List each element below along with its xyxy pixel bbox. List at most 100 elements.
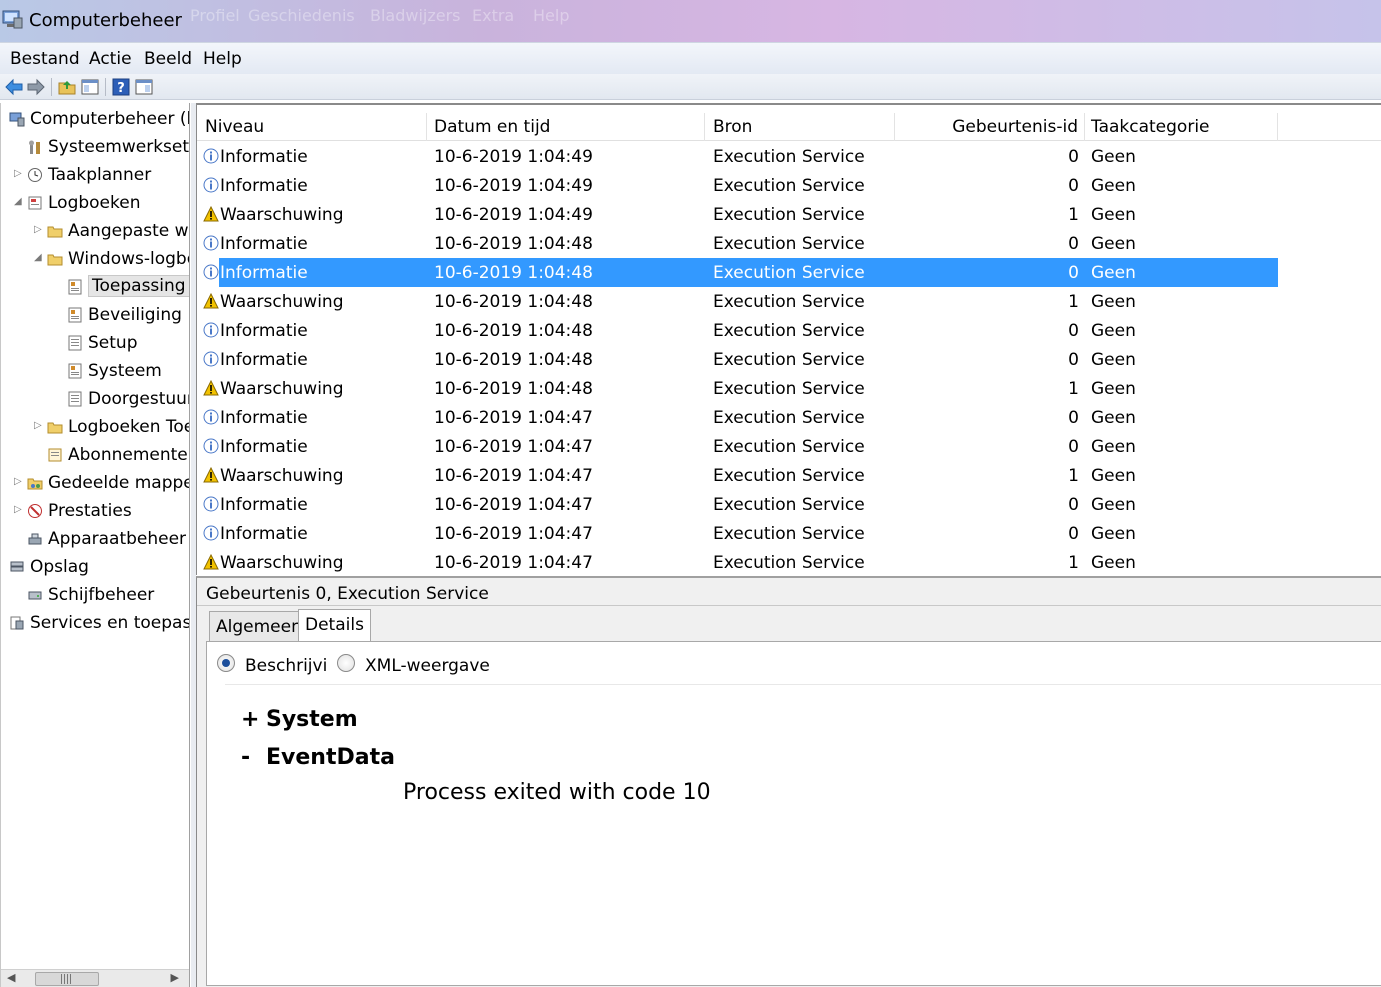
menu-help[interactable]: Help xyxy=(203,49,242,69)
collapse-toggle[interactable]: - xyxy=(241,745,259,770)
column-header-datum[interactable]: Datum en tijd xyxy=(427,113,705,141)
tree-item-label: Systeem xyxy=(88,361,162,381)
tree-item-label: Taakplanner xyxy=(48,165,152,185)
subscriptions-icon xyxy=(48,448,62,462)
cell-taakcategorie: Geen xyxy=(1091,292,1136,312)
cell-taakcategorie: Geen xyxy=(1091,321,1136,341)
cell-datum: 10-6-2019 1:04:47 xyxy=(434,408,593,428)
cell-datum: 10-6-2019 1:04:49 xyxy=(434,147,593,167)
cell-taakcategorie: Geen xyxy=(1091,205,1136,225)
collapsed-arrow-icon[interactable]: ▷ xyxy=(34,420,44,431)
column-header-niveau[interactable]: Niveau xyxy=(197,113,427,141)
toolbar-separator xyxy=(105,78,106,96)
folder-icon xyxy=(47,226,63,238)
expanded-arrow-icon[interactable]: ◢ xyxy=(34,252,44,263)
table-row[interactable]: Waarschuwing 10-6-2019 1:04:47 Execution S… xyxy=(197,548,1381,575)
expanded-arrow-icon[interactable]: ◢ xyxy=(14,196,24,207)
cell-taakcategorie: Geen xyxy=(1091,350,1136,370)
system-node[interactable]: + System xyxy=(241,707,358,732)
cell-datum: 10-6-2019 1:04:48 xyxy=(434,292,593,312)
cell-taakcategorie: Geen xyxy=(1091,408,1136,428)
table-row[interactable]: Informatie 10-6-2019 1:04:48 Execution Ser… xyxy=(197,345,1381,374)
table-row[interactable]: Informatie 10-6-2019 1:04:48 Execution Ser… xyxy=(197,316,1381,345)
cell-datum: 10-6-2019 1:04:48 xyxy=(434,379,593,399)
column-header-gebeurtenis-id[interactable]: Gebeurtenis-id xyxy=(895,113,1085,141)
scroll-left-arrow-icon[interactable]: ◀ xyxy=(7,971,15,984)
cell-niveau: Waarschuwing xyxy=(220,205,344,225)
cell-niveau: Waarschuwing xyxy=(220,553,344,573)
table-row[interactable]: Informatie 10-6-2019 1:04:48 Execution Ser… xyxy=(197,258,1381,287)
table-row[interactable]: Informatie 10-6-2019 1:04:49 Execution Ser… xyxy=(197,142,1381,171)
cell-bron: Execution Service xyxy=(713,321,865,341)
tree-horizontal-scrollbar[interactable]: ◀ ▶ xyxy=(1,969,189,987)
expand-toggle[interactable]: + xyxy=(241,707,259,732)
table-row[interactable]: Waarschuwing 10-6-2019 1:04:47 Execution S… xyxy=(197,461,1381,490)
table-row[interactable]: Informatie 10-6-2019 1:04:47 Execution Ser… xyxy=(197,403,1381,432)
radio-beschrijving[interactable] xyxy=(217,654,235,672)
cell-taakcategorie: Geen xyxy=(1091,147,1136,167)
tree-item-label: Prestaties xyxy=(48,501,132,521)
table-row[interactable]: Informatie 10-6-2019 1:04:48 Execution Ser… xyxy=(197,229,1381,258)
cell-datum: 10-6-2019 1:04:49 xyxy=(434,176,593,196)
collapsed-arrow-icon[interactable]: ▷ xyxy=(14,504,24,515)
cell-niveau: Informatie xyxy=(220,176,308,196)
cell-taakcategorie: Geen xyxy=(1091,495,1136,515)
cell-bron: Execution Service xyxy=(713,437,865,457)
cell-niveau: Informatie xyxy=(220,350,308,370)
collapsed-arrow-icon[interactable]: ▷ xyxy=(34,224,44,235)
cell-datum: 10-6-2019 1:04:48 xyxy=(434,263,593,283)
eventdata-node[interactable]: - EventData xyxy=(241,745,395,770)
cell-gebeurtenis-id: 1 xyxy=(1068,205,1079,225)
table-row[interactable]: Informatie 10-6-2019 1:04:49 Execution Ser… xyxy=(197,171,1381,200)
cell-taakcategorie: Geen xyxy=(1091,234,1136,254)
table-row[interactable]: Informatie 10-6-2019 1:04:47 Execution Ser… xyxy=(197,519,1381,548)
tab-details[interactable]: Details xyxy=(298,609,371,642)
cell-datum: 10-6-2019 1:04:48 xyxy=(434,321,593,341)
radio-xml-weergave-label[interactable]: XML-weergave xyxy=(365,656,490,676)
warning-icon xyxy=(203,467,219,483)
info-icon xyxy=(203,438,219,454)
event-viewer-icon xyxy=(28,196,42,210)
show-hide-action-pane-icon[interactable] xyxy=(134,77,154,97)
collapsed-arrow-icon[interactable]: ▷ xyxy=(14,476,24,487)
radio-beschrijving-label[interactable]: Beschrijvi xyxy=(245,656,327,676)
table-row[interactable]: Waarschuwing 10-6-2019 1:04:48 Execution S… xyxy=(197,374,1381,403)
table-row[interactable]: Informatie 10-6-2019 1:04:47 Execution Ser… xyxy=(197,490,1381,519)
back-arrow-icon[interactable] xyxy=(4,77,24,97)
scrollbar-thumb[interactable] xyxy=(35,972,99,986)
system-tools-icon xyxy=(29,140,40,154)
details-tab-body: Beschrijvi XML-weergave + System - Event… xyxy=(206,641,1381,986)
table-row[interactable]: Informatie 10-6-2019 1:04:47 Execution Ser… xyxy=(197,432,1381,461)
menu-beeld[interactable]: Beeld xyxy=(144,49,192,69)
cell-bron: Execution Service xyxy=(713,524,865,544)
system-label: System xyxy=(266,707,358,732)
up-folder-icon[interactable] xyxy=(57,77,77,97)
help-icon[interactable]: ? xyxy=(111,77,131,97)
show-hide-tree-icon[interactable] xyxy=(80,77,100,97)
tree-item-label: Doorgestuur xyxy=(88,389,190,409)
scroll-right-arrow-icon[interactable]: ▶ xyxy=(171,971,179,984)
tree-item-label: Gedeelde mapper xyxy=(48,473,190,493)
cell-bron: Execution Service xyxy=(713,553,865,573)
shared-folder-icon xyxy=(27,478,43,490)
radio-xml-weergave[interactable] xyxy=(337,654,355,672)
table-row[interactable]: Waarschuwing 10-6-2019 1:04:48 Execution S… xyxy=(197,287,1381,316)
cell-bron: Execution Service xyxy=(713,379,865,399)
cell-gebeurtenis-id: 0 xyxy=(1068,524,1079,544)
menu-actie[interactable]: Actie xyxy=(89,49,132,69)
table-row[interactable]: Waarschuwing 10-6-2019 1:04:49 Execution S… xyxy=(197,200,1381,229)
cell-gebeurtenis-id: 0 xyxy=(1068,321,1079,341)
tree-item-label: Apparaatbeheer xyxy=(48,529,187,549)
grip-icon xyxy=(61,974,73,984)
collapsed-arrow-icon[interactable]: ▷ xyxy=(14,168,24,179)
menu-bestand[interactable]: Bestand xyxy=(10,49,80,69)
forward-arrow-icon[interactable] xyxy=(26,77,46,97)
tree-item-label: Toepassing xyxy=(88,275,189,297)
cell-taakcategorie: Geen xyxy=(1091,263,1136,283)
tab-algemeen[interactable]: Algemeen xyxy=(209,611,309,641)
cell-gebeurtenis-id: 0 xyxy=(1068,147,1079,167)
column-header-bron[interactable]: Bron xyxy=(705,113,895,141)
cell-bron: Execution Service xyxy=(713,495,865,515)
column-header-taakcategorie[interactable]: Taakcategorie xyxy=(1085,113,1278,141)
tree-item-label: Schijfbeheer xyxy=(48,585,155,605)
